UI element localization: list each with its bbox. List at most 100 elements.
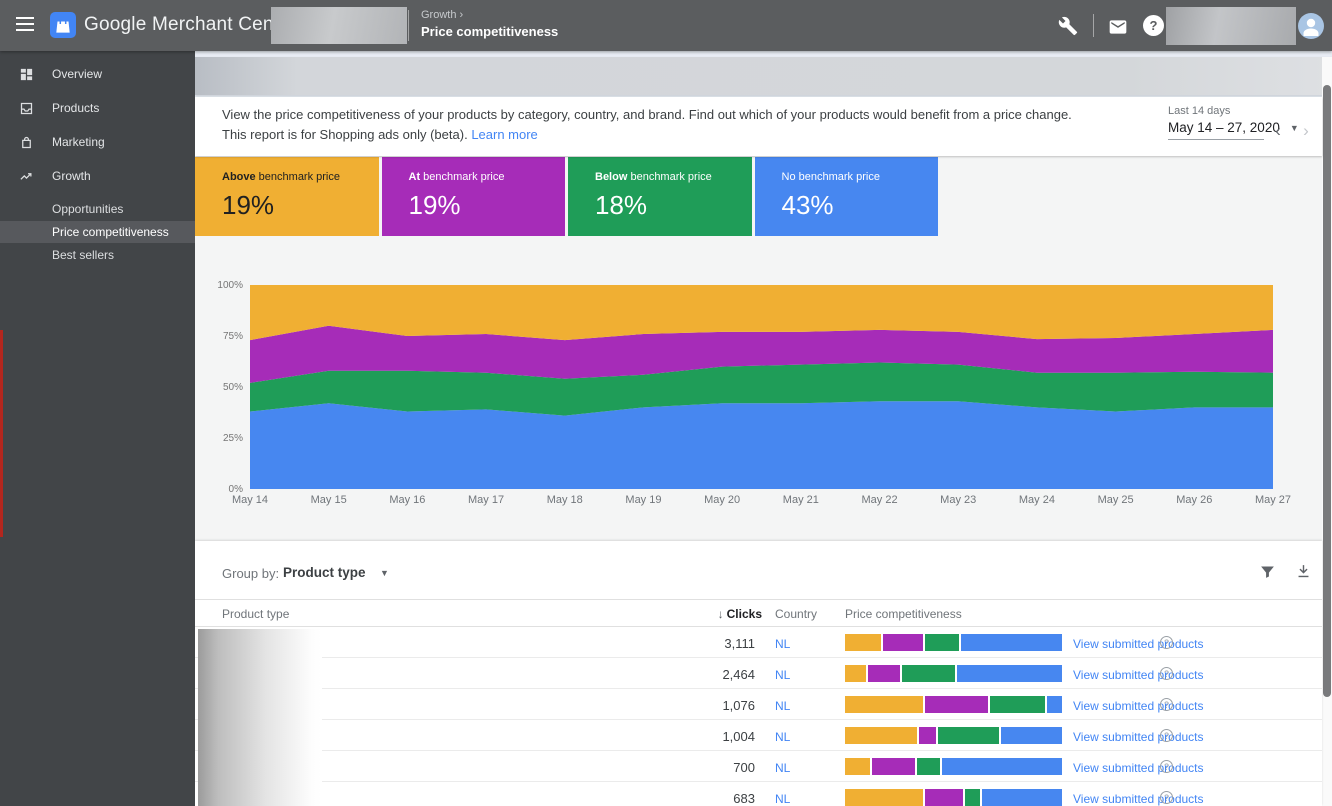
scrollbar-thumb[interactable]	[1323, 85, 1331, 697]
bar-segment-at	[872, 758, 915, 775]
clicks-value: 683	[733, 791, 755, 806]
table-row: 700 NL View submitted products?	[195, 751, 1322, 782]
x-axis-tick: May 20	[704, 494, 741, 506]
column-header-country[interactable]: Country	[775, 607, 817, 621]
date-range-select[interactable]: May 14 – 27, 2020 ▼	[1168, 120, 1299, 140]
bar-segment-at	[925, 696, 989, 713]
table-row: 3,111 NL View submitted products?	[195, 627, 1322, 658]
card-value: 18%	[595, 190, 648, 220]
clicks-value: 1,076	[722, 698, 755, 713]
sidebar-item-label: Products	[52, 101, 100, 115]
filter-icon[interactable]	[1259, 563, 1276, 580]
country-link[interactable]: NL	[775, 637, 790, 651]
x-axis-tick: May 19	[625, 494, 662, 506]
country-link[interactable]: NL	[775, 730, 790, 744]
bar-segment-below	[901, 665, 955, 682]
products-icon	[19, 101, 34, 116]
bar-segment-no-benchmark	[1000, 727, 1062, 744]
intro-line1: View the price competitiveness of your p…	[222, 107, 1072, 122]
x-axis-tick: May 18	[546, 494, 583, 506]
x-axis-tick: May 25	[1097, 494, 1134, 506]
view-submitted-products-link[interactable]: View submitted products	[1073, 668, 1204, 682]
account-email-redacted[interactable]	[1166, 7, 1296, 45]
x-axis-tick: May 24	[1018, 494, 1055, 506]
sidebar-item-best-sellers[interactable]: Best sellers	[0, 244, 195, 266]
country-link[interactable]: NL	[775, 699, 790, 713]
bar-segment-above	[845, 634, 881, 651]
bar-segment-below	[924, 634, 959, 651]
help-outline-icon[interactable]: ?	[1160, 729, 1173, 742]
area-series-above	[250, 285, 1273, 341]
avatar[interactable]	[1298, 13, 1324, 39]
view-submitted-products-link[interactable]: View submitted products	[1073, 637, 1204, 651]
summary-cards: Above benchmark price 19% At benchmark pri…	[195, 157, 938, 236]
breadcrumb-page: Price competitiveness	[421, 24, 559, 39]
x-axis-tick: May 16	[389, 494, 426, 506]
divider	[408, 10, 409, 41]
help-outline-icon[interactable]: ?	[1160, 760, 1173, 773]
sidebar-item-marketing[interactable]: Marketing	[0, 125, 195, 159]
sidebar-item-growth[interactable]: Growth	[0, 159, 195, 193]
bar-segment-at	[868, 665, 900, 682]
summary-card-at: At benchmark price 19%	[381, 157, 565, 236]
y-axis-tick: 75%	[222, 331, 243, 342]
group-by-select[interactable]: Product type	[283, 565, 366, 580]
tools-wrench-icon[interactable]	[1058, 16, 1078, 36]
view-submitted-products-link[interactable]: View submitted products	[1073, 699, 1204, 713]
merchant-center-logo-icon	[50, 12, 76, 38]
date-range-value: May 14 – 27, 2020	[1168, 120, 1280, 135]
summary-card-no-benchmark-price: No benchmark price 43%	[754, 157, 938, 236]
bar-segment-at	[882, 634, 923, 651]
column-header-product-type[interactable]: Product type	[222, 607, 289, 621]
column-header-price-competitiveness[interactable]: Price competitiveness	[845, 607, 962, 621]
price-competitiveness-bar	[845, 665, 1062, 682]
x-axis-tick: May 17	[468, 494, 505, 506]
view-submitted-products-link[interactable]: View submitted products	[1073, 730, 1204, 744]
help-outline-icon[interactable]: ?	[1160, 791, 1173, 804]
learn-more-link[interactable]: Learn more	[471, 127, 537, 142]
help-icon[interactable]: ?	[1143, 15, 1164, 36]
account-name-redacted[interactable]	[271, 7, 407, 44]
sidebar-item-overview[interactable]: Overview	[0, 57, 195, 91]
bar-segment-above	[845, 789, 924, 806]
summary-card-below: Below benchmark price 18%	[568, 157, 752, 236]
product-type-redacted	[198, 629, 322, 806]
card-value: 19%	[408, 190, 461, 220]
y-axis-tick: 100%	[217, 280, 243, 291]
sidebar-nav: Overview Products Marketing Growth	[0, 51, 195, 193]
column-header-clicks[interactable]: ↓ Clicks	[635, 607, 762, 621]
clicks-value: 700	[733, 760, 755, 775]
download-icon[interactable]	[1295, 563, 1312, 580]
breadcrumb-section[interactable]: Growth ›	[421, 9, 558, 21]
bar-segment-no-benchmark	[956, 665, 1062, 682]
x-axis-tick: May 15	[310, 494, 347, 506]
price-competitiveness-bar	[845, 727, 1062, 744]
bar-segment-above	[845, 665, 867, 682]
country-link[interactable]: NL	[775, 792, 790, 806]
y-axis-tick: 25%	[222, 433, 243, 444]
next-period-button[interactable]: ›	[1298, 122, 1314, 139]
sidebar-item-products[interactable]: Products	[0, 91, 195, 125]
menu-icon[interactable]	[16, 17, 34, 33]
card-title: Below benchmark price	[595, 171, 712, 183]
sidebar-item-opportunities[interactable]: Opportunities	[0, 198, 195, 220]
app-bar: Google Merchant Center Growth › Price co…	[0, 0, 1332, 51]
country-link[interactable]: NL	[775, 761, 790, 775]
view-submitted-products-link[interactable]: View submitted products	[1073, 792, 1204, 806]
bar-segment-above	[845, 758, 871, 775]
y-axis-tick: 50%	[222, 382, 243, 393]
mail-icon[interactable]	[1108, 17, 1128, 37]
help-outline-icon[interactable]: ?	[1160, 698, 1173, 711]
view-submitted-products-link[interactable]: View submitted products	[1073, 761, 1204, 775]
sidebar-item-price-competitiveness[interactable]: Price competitiveness	[0, 221, 195, 243]
bar-segment-below	[916, 758, 940, 775]
country-link[interactable]: NL	[775, 668, 790, 682]
help-outline-icon[interactable]: ?	[1160, 636, 1173, 649]
help-outline-icon[interactable]: ?	[1160, 667, 1173, 680]
table-row: 1,076 NL View submitted products?	[195, 689, 1322, 720]
dropdown-caret-icon: ▼	[380, 568, 389, 578]
marketing-icon	[19, 135, 34, 150]
table-header: Product type ↓ Clicks Country Price compe…	[195, 600, 1322, 627]
previous-period-button[interactable]: ‹	[1270, 122, 1286, 139]
bar-segment-at	[918, 727, 936, 744]
